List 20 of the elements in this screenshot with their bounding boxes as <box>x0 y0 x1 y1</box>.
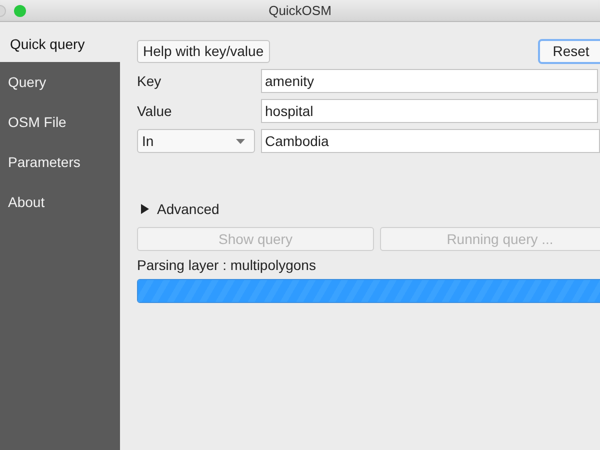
status-text: Parsing layer : multipolygons <box>137 256 317 275</box>
caret-icon <box>236 138 245 144</box>
field-label: Key <box>137 72 162 91</box>
area-field[interactable]: Cambodia <box>261 129 600 153</box>
triangle-icon <box>141 204 149 214</box>
help-button[interactable]: Help with key/value <box>137 40 270 63</box>
field-label: Value <box>137 102 173 120</box>
text-field[interactable]: hospital <box>261 99 598 123</box>
sidebar-item[interactable]: About <box>0 182 120 222</box>
window-title: QuickOSM <box>268 2 332 20</box>
advanced-toggle[interactable]: Advanced <box>141 199 600 219</box>
text-field[interactable]: amenity <box>261 69 598 93</box>
sidebar-item[interactable]: Parameters <box>0 142 120 182</box>
zoom-icon[interactable] <box>14 5 26 17</box>
sidebar-item[interactable]: Query <box>0 62 120 102</box>
sidebar-item[interactable]: OSM File <box>0 102 120 142</box>
mode-dropdown[interactable]: In <box>137 129 255 153</box>
sidebar-item[interactable]: Quick query <box>0 22 120 62</box>
reset-button[interactable]: Reset <box>538 39 600 64</box>
dropdown-value: In <box>142 132 154 150</box>
